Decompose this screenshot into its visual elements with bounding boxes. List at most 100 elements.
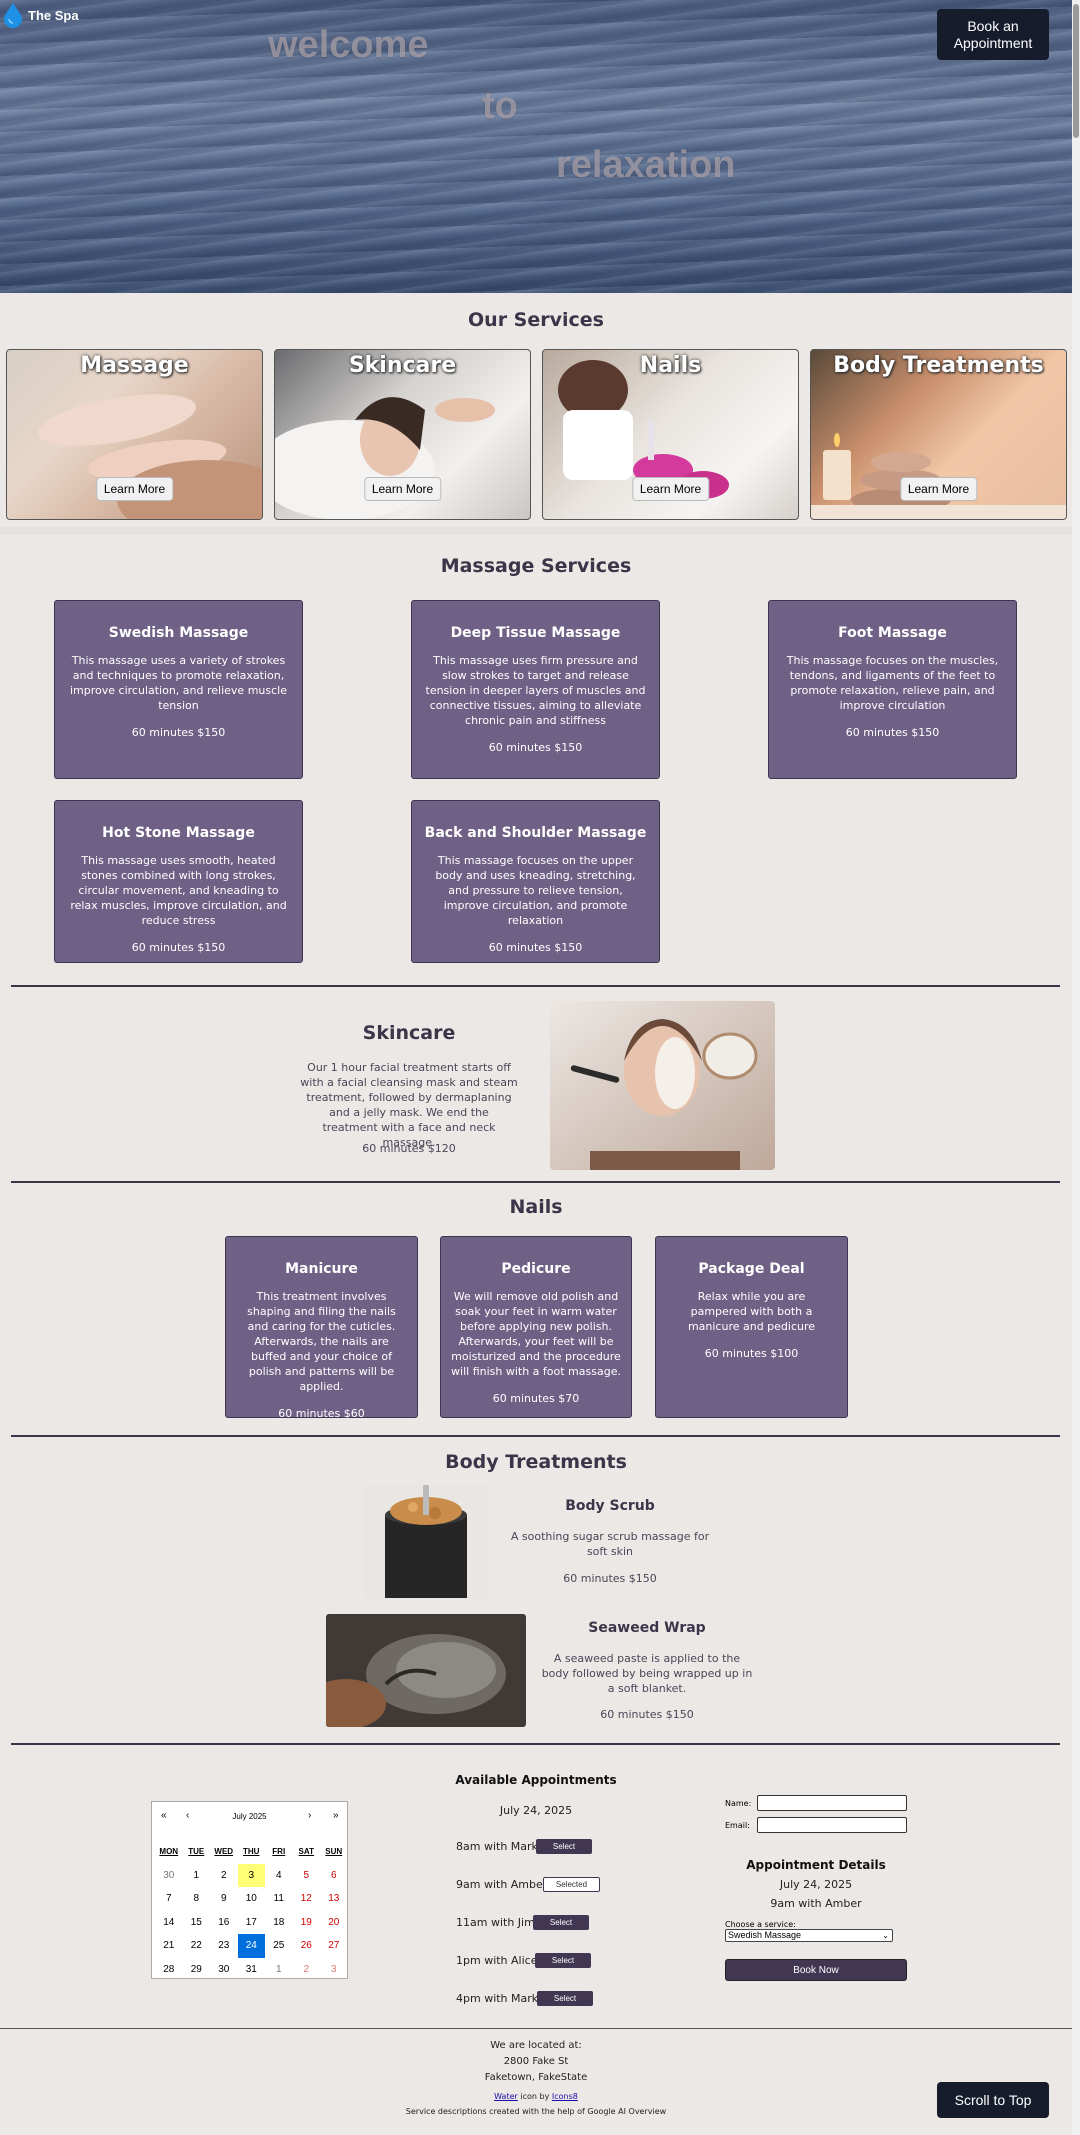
calendar-day[interactable]: 25: [265, 1934, 293, 1958]
calendar-day[interactable]: 22: [183, 1934, 211, 1958]
appointment-slot-label: 4pm with Mark: [456, 1992, 539, 2005]
book-appointment-button[interactable]: Book an Appointment: [937, 9, 1049, 60]
calendar-day[interactable]: 7: [155, 1887, 183, 1911]
service-card-body-treatments[interactable]: Body Treatments Learn More: [810, 349, 1067, 520]
nails-card-desc: Relax while you are pampered with both a…: [687, 1290, 816, 1333]
calendar-day[interactable]: 8: [183, 1887, 211, 1911]
calendar-day[interactable]: 4: [265, 1864, 293, 1888]
credit-text: icon by: [517, 2092, 552, 2101]
icons8-link[interactable]: Icons8: [552, 2092, 578, 2101]
calendar-day[interactable]: 10: [238, 1887, 266, 1911]
nails-title: Nails: [509, 1196, 563, 1218]
massage-card-name: Hot Stone Massage: [102, 825, 255, 841]
service-card-massage[interactable]: Massage Learn More: [6, 349, 263, 520]
calendar-day[interactable]: 12: [293, 1887, 321, 1911]
calendar-month-label[interactable]: July 2025: [152, 1812, 347, 1821]
water-icon-link[interactable]: Water: [494, 2092, 518, 2101]
calendar-day[interactable]: 18: [265, 1911, 293, 1935]
massage-card-price: 60 minutes $150: [488, 941, 583, 954]
calendar-day[interactable]: 17: [238, 1911, 266, 1935]
nails-card-desc: This treatment involves shaping and fili…: [247, 1290, 396, 1393]
appointment-slot-label: 1pm with Alice: [456, 1954, 538, 1967]
body-item-name: Seaweed Wrap: [588, 1620, 706, 1636]
calendar-next-year-button[interactable]: »: [333, 1810, 339, 1821]
skincare-desc: Our 1 hour facial treatment starts off w…: [300, 1061, 518, 1149]
calendar-day[interactable]: 3: [320, 1958, 348, 1982]
appointment-slot-label: 11am with Jim: [456, 1916, 535, 1929]
calendar-day[interactable]: 9: [210, 1887, 238, 1911]
calendar-day[interactable]: 19: [293, 1911, 321, 1935]
scrollbar-thumb[interactable]: [1073, 4, 1079, 138]
scroll-to-top-button[interactable]: Scroll to Top: [937, 2082, 1049, 2118]
body-item-name: Body Scrub: [565, 1498, 655, 1514]
calendar-day[interactable]: 27: [320, 1934, 348, 1958]
footer-address: We are located at: 2800 Fake St Faketown…: [390, 2038, 682, 2086]
service-card-skincare[interactable]: Skincare Learn More: [274, 349, 531, 520]
chevron-down-icon: ⌄: [882, 1931, 889, 1940]
learn-more-button-nails[interactable]: Learn More: [631, 477, 710, 501]
section-divider: [11, 1435, 1060, 1437]
calendar-day[interactable]: 2: [293, 1958, 321, 1982]
scrollbar-track[interactable]: [1072, 0, 1080, 2135]
brand-name: The Spa: [28, 7, 79, 23]
calendar-day[interactable]: 1: [183, 1864, 211, 1888]
calendar-day[interactable]: 14: [155, 1911, 183, 1935]
slot-select-button[interactable]: Select: [536, 1839, 592, 1854]
service-card-nails[interactable]: Nails Learn More: [542, 349, 799, 520]
massage-card-price: 60 minutes $150: [131, 726, 226, 739]
calendar-day[interactable]: 26: [293, 1934, 321, 1958]
nails-card-name: Package Deal: [698, 1261, 805, 1277]
slot-select-button[interactable]: Select: [533, 1915, 589, 1930]
calendar-day[interactable]: 29: [183, 1958, 211, 1982]
nails-card-price: 60 minutes $70: [492, 1392, 580, 1405]
calendar-day[interactable]: 6: [320, 1864, 348, 1888]
calendar-weekday: THU: [243, 1847, 260, 1857]
learn-more-button-massage[interactable]: Learn More: [95, 477, 174, 501]
calendar-day[interactable]: 24: [237, 1934, 265, 1958]
calendar-day[interactable]: 11: [265, 1887, 293, 1911]
calendar-day[interactable]: 1: [265, 1958, 293, 1982]
section-divider: [11, 1743, 1060, 1745]
calendar-day[interactable]: 21: [155, 1934, 183, 1958]
book-now-button[interactable]: Book Now: [725, 1959, 907, 1981]
page: The Spa welcome to relaxation Book an Ap…: [0, 0, 1080, 2135]
brand[interactable]: The Spa: [2, 2, 79, 28]
footer-city: Faketown, FakeState: [484, 2072, 588, 2083]
calendar-day[interactable]: 13: [320, 1887, 348, 1911]
body-scrub-photo: [363, 1485, 489, 1598]
nails-card-price: 60 minutes $60: [278, 1407, 365, 1420]
calendar-day[interactable]: 30: [155, 1864, 183, 1888]
calendar-day[interactable]: 16: [210, 1911, 238, 1935]
calendar-next-month-button[interactable]: ›: [308, 1810, 311, 1821]
nails-card-name: Pedicure: [501, 1261, 571, 1277]
calendar: « ‹ July 2025 › » MON TUE WED THU FRI SAT SUN 3…: [151, 1801, 348, 1979]
skincare-photo: [550, 1001, 775, 1170]
calendar-day[interactable]: 31: [238, 1958, 266, 1982]
slot-select-button[interactable]: Select: [535, 1953, 591, 1968]
calendar-weekday: MON: [159, 1847, 179, 1857]
email-input[interactable]: [757, 1817, 907, 1833]
slot-selected-button[interactable]: Selected: [543, 1877, 600, 1892]
skincare-price: 60 minutes $120: [362, 1142, 456, 1155]
calendar-day[interactable]: 15: [183, 1911, 211, 1935]
footer-located-label: We are located at:: [490, 2040, 582, 2051]
service-select[interactable]: Swedish Massage ⌄: [725, 1929, 893, 1942]
calendar-day[interactable]: 20: [320, 1911, 348, 1935]
name-input[interactable]: [757, 1795, 907, 1811]
calendar-day[interactable]: 30: [210, 1958, 238, 1982]
email-label: Email:: [725, 1821, 750, 1830]
massage-card: Deep Tissue Massage This massage uses fi…: [411, 600, 660, 779]
service-card-title: Nails: [639, 353, 702, 378]
calendar-day[interactable]: 2: [210, 1864, 238, 1888]
calendar-day[interactable]: 3: [237, 1863, 265, 1887]
body-item-price: 60 minutes $150: [563, 1572, 657, 1585]
massage-card-price: 60 minutes $150: [845, 726, 940, 739]
calendar-day[interactable]: 28: [155, 1958, 183, 1982]
calendar-day[interactable]: 23: [210, 1934, 238, 1958]
calendar-day[interactable]: 5: [293, 1864, 321, 1888]
nails-card: Manicure This treatment involves shaping…: [225, 1236, 418, 1420]
learn-more-button-skincare[interactable]: Learn More: [363, 477, 442, 501]
learn-more-button-body-treatments[interactable]: Learn More: [899, 477, 978, 501]
nails-card: Package Deal Relax while you are pampere…: [655, 1236, 848, 1418]
slot-select-button[interactable]: Select: [537, 1991, 593, 2006]
